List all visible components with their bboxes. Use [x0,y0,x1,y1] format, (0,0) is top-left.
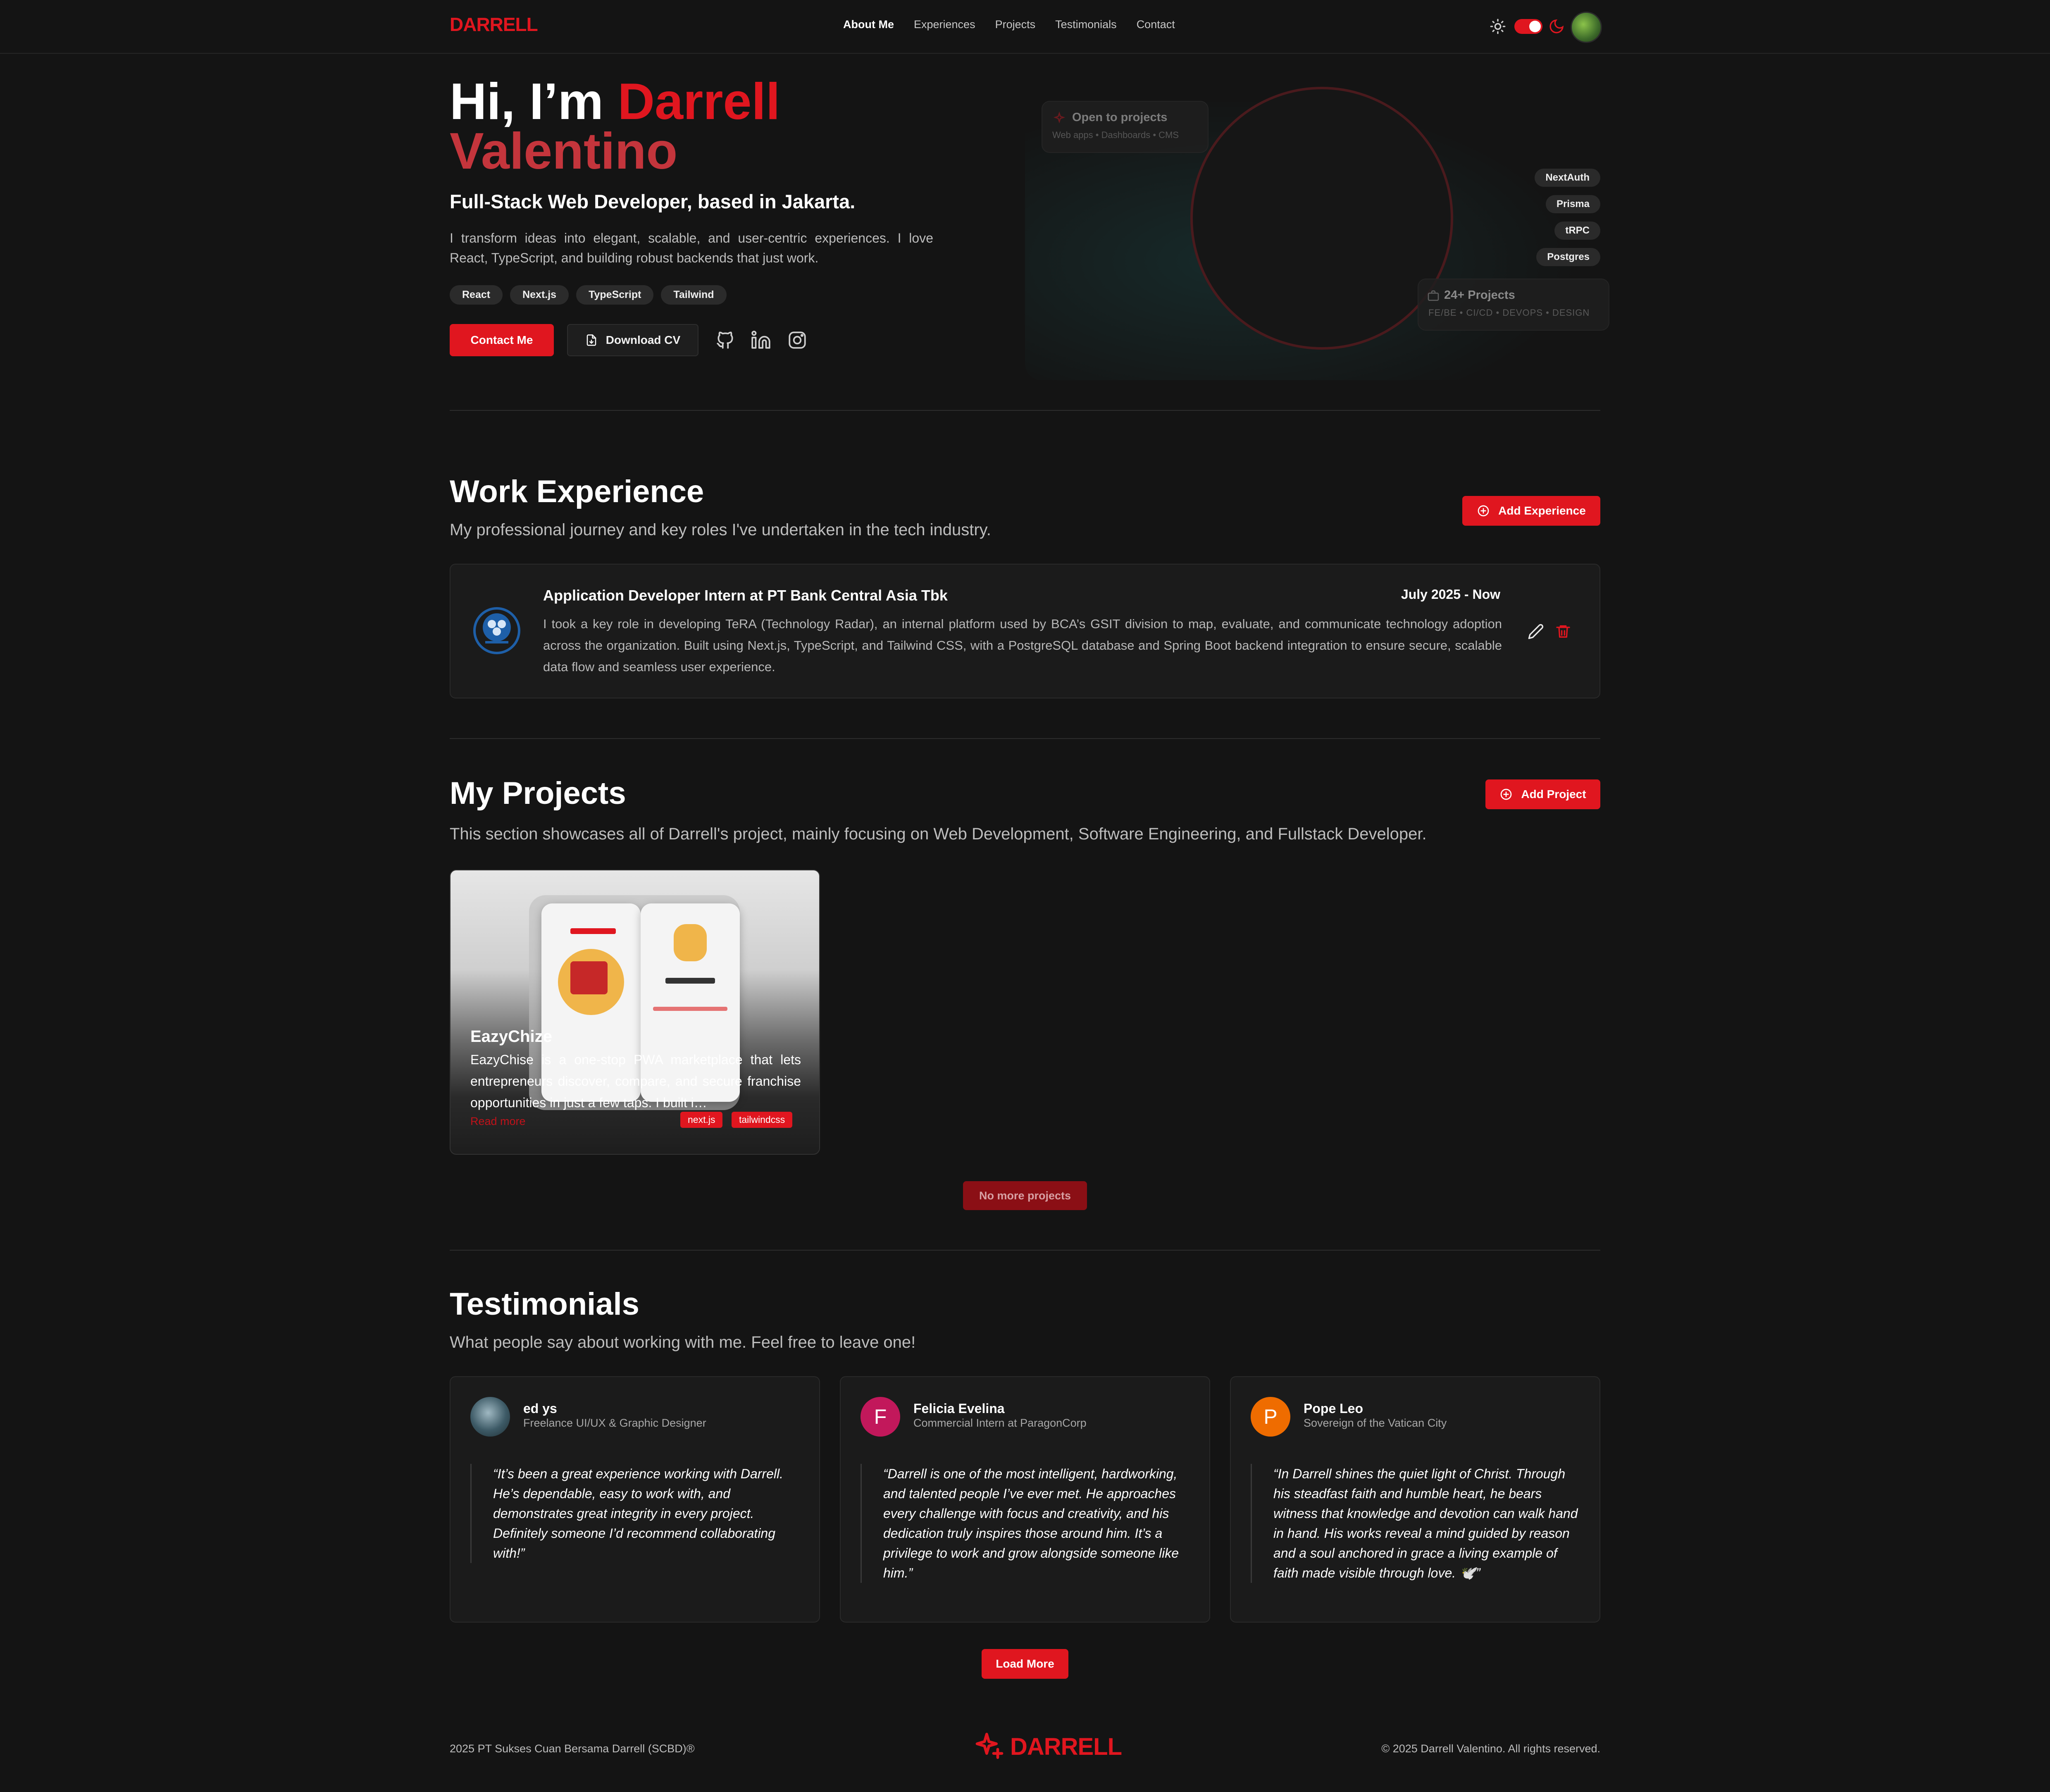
divider [450,738,1600,739]
testimonial-role: Freelance UI/UX & Graphic Designer [523,1417,706,1429]
sparkle-icon [975,1732,1004,1759]
plus-circle-icon [1478,505,1489,517]
top-navbar: DARRELL About Me Experiences Projects Te… [0,0,2050,54]
nav-links: About Me Experiences Projects Testimonia… [843,18,1175,31]
open-to-projects-card: Open to projects Web apps • Dashboards •… [1042,101,1209,153]
testimonial-name: ed ys [523,1401,557,1416]
load-more-button[interactable]: Load More [982,1649,1068,1679]
tag-prisma: Prisma [1545,195,1600,213]
chip-tailwind: Tailwind [661,285,727,305]
testimonial-quote: “It’s been a great experience working wi… [470,1464,801,1563]
nav-item-experiences[interactable]: Experiences [914,18,975,31]
testimonial-name: Pope Leo [1304,1401,1363,1416]
experience-description: I took a key role in developing TeRA (Te… [543,617,1502,674]
hero-title: Hi, I’m Darrell Valentino [450,76,780,177]
experience-title: Work Experience [450,474,704,509]
instagram-icon[interactable] [787,330,808,350]
add-experience-label: Add Experience [1498,504,1586,517]
testimonial-card: F Felicia Evelina Commercial Intern at P… [840,1376,1210,1623]
testimonial-role: Commercial Intern at ParagonCorp [913,1417,1087,1429]
add-project-label: Add Project [1521,788,1586,801]
testimonial-card: ed ys Freelance UI/UX & Graphic Designer… [450,1376,820,1623]
testimonial-quote: “In Darrell shines the quiet light of Ch… [1251,1464,1581,1583]
briefcase-icon [1428,290,1439,301]
tag-nextauth: NextAuth [1535,169,1600,187]
github-icon[interactable] [715,330,736,350]
hero-subtitle: Full-Stack Web Developer, based in Jakar… [450,191,856,212]
footer-logo[interactable]: DARRELL [973,1730,1122,1763]
testimonial-quote: “Darrell is one of the most intelligent,… [861,1464,1191,1583]
pencil-icon[interactable] [1528,623,1544,640]
nav-item-about[interactable]: About Me [843,18,894,31]
sparkle-icon [1053,112,1066,124]
footer-logo-text: DARRELL [1010,1733,1122,1760]
projects-title: My Projects [450,776,626,811]
download-cv-button[interactable]: Download CV [567,324,698,356]
footer-copyright: © 2025 Darrell Valentino. All rights res… [1381,1742,1600,1755]
hero-description: I transform ideas into elegant, scalable… [450,231,933,265]
sun-icon [1490,19,1506,34]
profile-ring [1190,87,1453,350]
add-project-button[interactable]: Add Project [1485,779,1600,809]
experience-card: Application Developer Intern at PT Bank … [450,564,1600,698]
divider [450,410,1600,411]
avatar: F [861,1397,900,1437]
linkedin-icon[interactable] [751,330,771,350]
nav-item-projects[interactable]: Projects [995,18,1036,31]
testimonial-name: Felicia Evelina [913,1401,1005,1416]
testimonial-role: Sovereign of the Vatican City [1304,1417,1447,1429]
open-card-title: Open to projects [1072,111,1168,124]
experience-role: Application Developer Intern at PT Bank … [543,587,948,604]
experience-subtitle: My professional journey and key roles I'… [450,521,991,539]
hero-last-name: Valentino [450,123,678,180]
hero-first-name: Darrell [617,73,780,130]
project-title: EazyChize [470,1027,552,1046]
download-cv-label: Download CV [605,334,681,346]
theme-toggle[interactable] [1514,19,1542,34]
project-card[interactable]: EazyChize EazyChise is a one-stop PWA ma… [450,870,820,1155]
testimonials-title: Testimonials [450,1287,639,1322]
experience-date: July 2025 - Now [1401,587,1500,602]
file-download-icon [586,334,596,346]
projects-card-title: 24+ Projects [1444,288,1515,302]
projects-count-card: 24+ Projects FE/BE • CI/CD • DEVOPS • DE… [1418,279,1609,331]
skill-chips: React Next.js TypeScript Tailwind [450,285,727,305]
avatar: P [1251,1397,1290,1437]
projects-subtitle: This section showcases all of Darrell's … [450,825,1427,843]
testimonial-card: P Pope Leo Sovereign of the Vatican City… [1230,1376,1600,1623]
bca-logo [473,607,520,654]
contact-me-button[interactable]: Contact Me [450,324,554,356]
projects-card-subtitle: FE/BE • CI/CD • DEVOPS • DESIGN [1428,307,1590,318]
nav-item-contact[interactable]: Contact [1137,18,1175,31]
avatar [470,1397,510,1437]
open-card-subtitle: Web apps • Dashboards • CMS [1052,130,1179,140]
brand-logo[interactable]: DARRELL [450,13,538,36]
plus-circle-icon [1501,789,1512,800]
tag-postgres: Postgres [1536,248,1600,266]
chip-nextjs: Next.js [510,285,569,305]
testimonials-subtitle: What people say about working with me. F… [450,1333,916,1351]
chip-react: React [450,285,503,305]
read-more-link[interactable]: Read more [470,1115,526,1128]
tag-trpc: tRPC [1554,222,1600,240]
footer-company: 2025 PT Sukses Cuan Bersama Darrell (SCB… [450,1742,695,1755]
moon-icon [1549,19,1564,33]
tech-badge-tailwindcss: tailwindcss [732,1112,793,1128]
hero-greeting: Hi, I’m [450,73,604,130]
divider [450,1250,1600,1251]
project-description: EazyChise is a one-stop PWA marketplace … [470,1052,801,1110]
no-more-projects-button[interactable]: No more projects [963,1181,1087,1210]
chip-typescript: TypeScript [576,285,654,305]
trash-icon[interactable] [1555,623,1571,640]
add-experience-button[interactable]: Add Experience [1462,496,1600,526]
user-avatar[interactable] [1571,12,1602,43]
tech-badge-nextjs: next.js [680,1112,723,1128]
nav-item-testimonials[interactable]: Testimonials [1055,18,1117,31]
